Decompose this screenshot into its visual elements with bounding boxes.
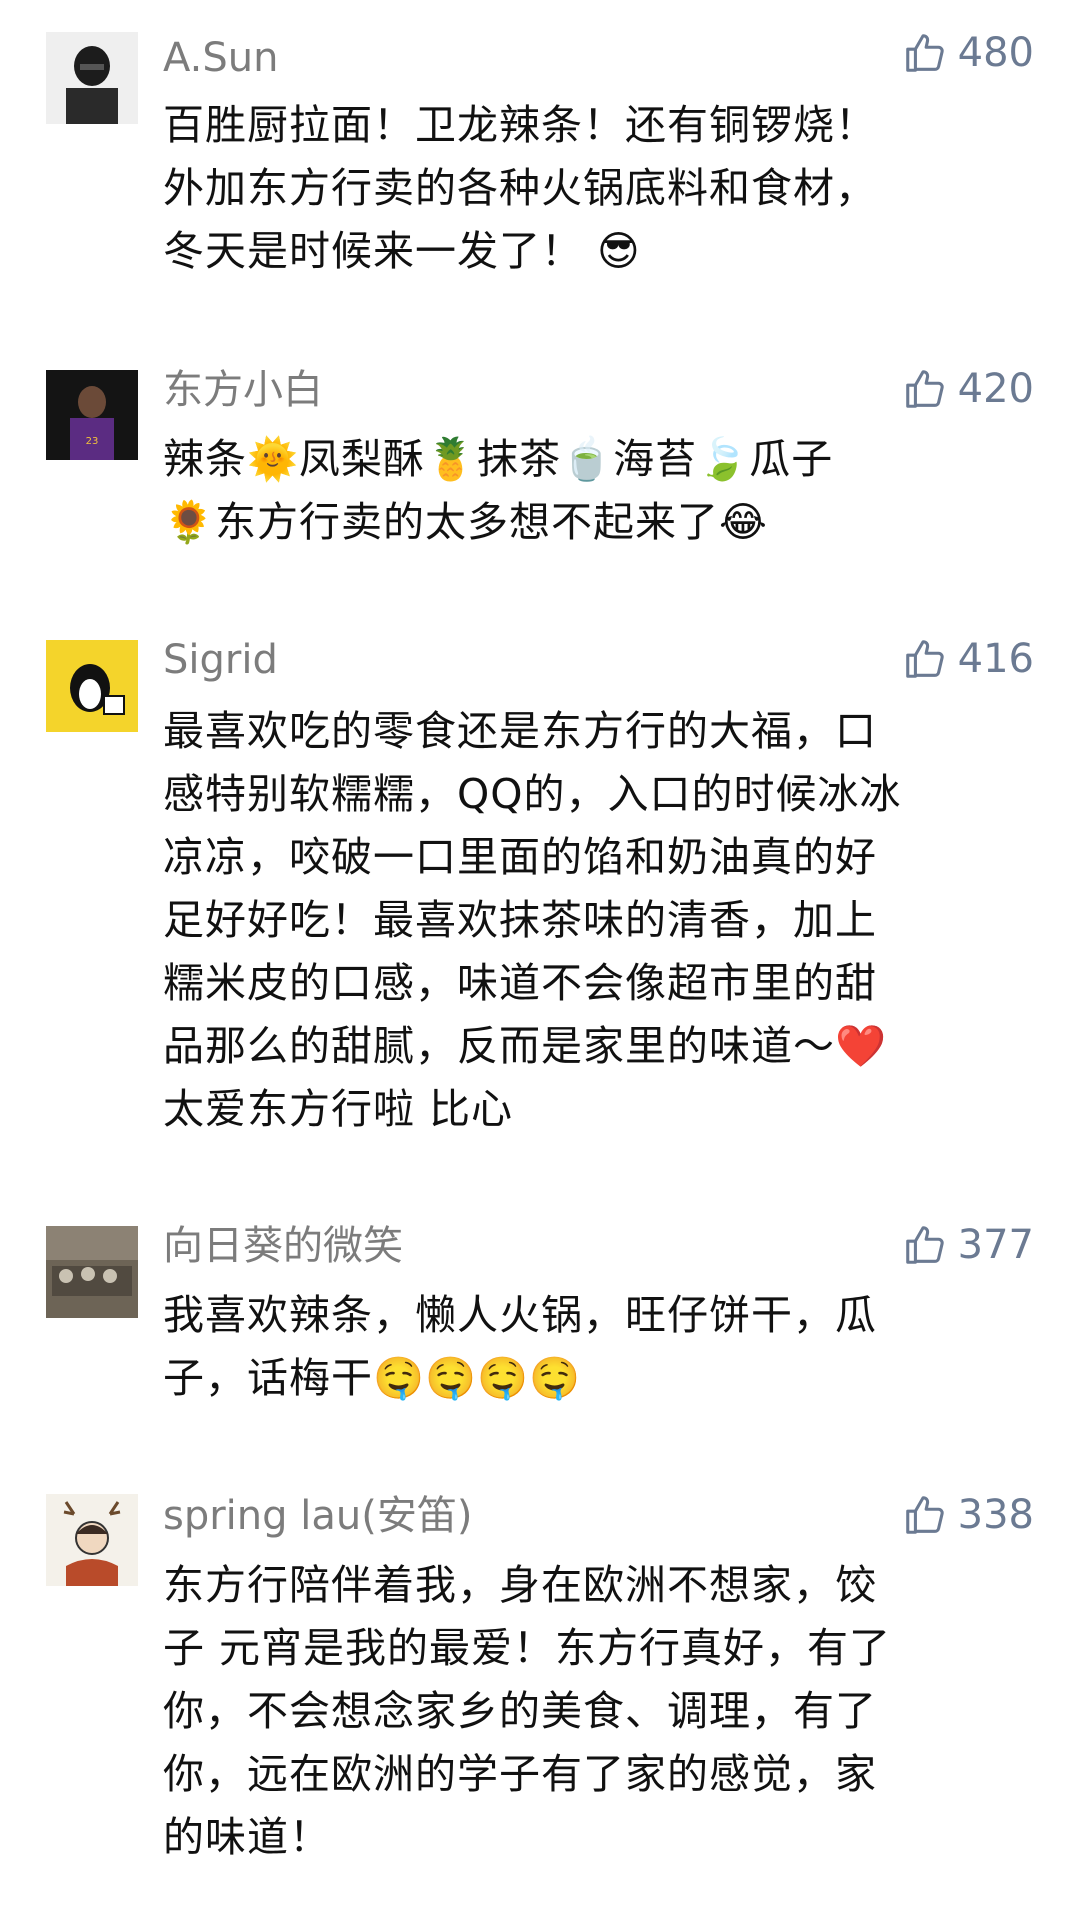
- like-button[interactable]: 377: [902, 1222, 1034, 1268]
- thumbs-up-icon: [905, 1226, 944, 1264]
- thumbs-up-icon: [905, 640, 944, 678]
- comment-text: 我喜欢辣条，懒人火锅，旺仔饼干，瓜 子，话梅干🤤🤤🤤🤤: [163, 1291, 877, 1402]
- thumbs-up-icon: [905, 1496, 944, 1534]
- avatar[interactable]: 23: [46, 370, 138, 460]
- like-count: 480: [957, 30, 1034, 76]
- comment-text: 辣条🌞凤梨酥🍍抹茶🍵海苔🍃瓜子 🌻东方行卖的太多想不起来了😂: [163, 435, 834, 546]
- avatar[interactable]: [46, 1226, 138, 1318]
- svg-text:23: 23: [86, 436, 99, 447]
- like-button[interactable]: 338: [902, 1492, 1034, 1538]
- avatar[interactable]: [46, 1494, 138, 1586]
- comment-author[interactable]: A.Sun: [163, 38, 278, 78]
- like-button[interactable]: 420: [902, 366, 1034, 412]
- comment-author[interactable]: Sigrid: [163, 640, 278, 680]
- avatar[interactable]: [46, 32, 138, 124]
- like-count: 416: [957, 636, 1034, 682]
- comment-text: 东方行陪伴着我，身在欧洲不想家，饺 子 元宵是我的最爱！东方行真好，有了 你，不…: [163, 1561, 892, 1861]
- like-count: 377: [957, 1222, 1034, 1268]
- like-button[interactable]: 480: [902, 30, 1034, 76]
- like-button[interactable]: 416: [902, 636, 1034, 682]
- thumbs-up-icon: [905, 370, 944, 408]
- like-count: 420: [957, 366, 1034, 412]
- like-count: 338: [957, 1492, 1034, 1538]
- comment-text: 百胜厨拉面！卫龙辣条！还有铜锣烧！ 外加东方行卖的各种火锅底料和食材， 冬天是时…: [163, 101, 877, 275]
- comment-author[interactable]: spring lau(安笛): [163, 1496, 472, 1536]
- avatar[interactable]: [46, 640, 138, 732]
- comment-author[interactable]: 东方小白: [163, 370, 323, 410]
- thumbs-up-icon: [905, 34, 944, 72]
- comment-author[interactable]: 向日葵的微笑: [163, 1226, 403, 1266]
- comment-list: A.Sun 480 百胜厨拉面！卫龙辣条！还有铜锣烧！ 外加东方行卖的各种火锅底…: [0, 0, 1080, 1909]
- comment-text: 最喜欢吃的零食还是东方行的大福，口 感特别软糯糯，QQ的，入口的时候冰冰 凉凉，…: [163, 707, 902, 1133]
